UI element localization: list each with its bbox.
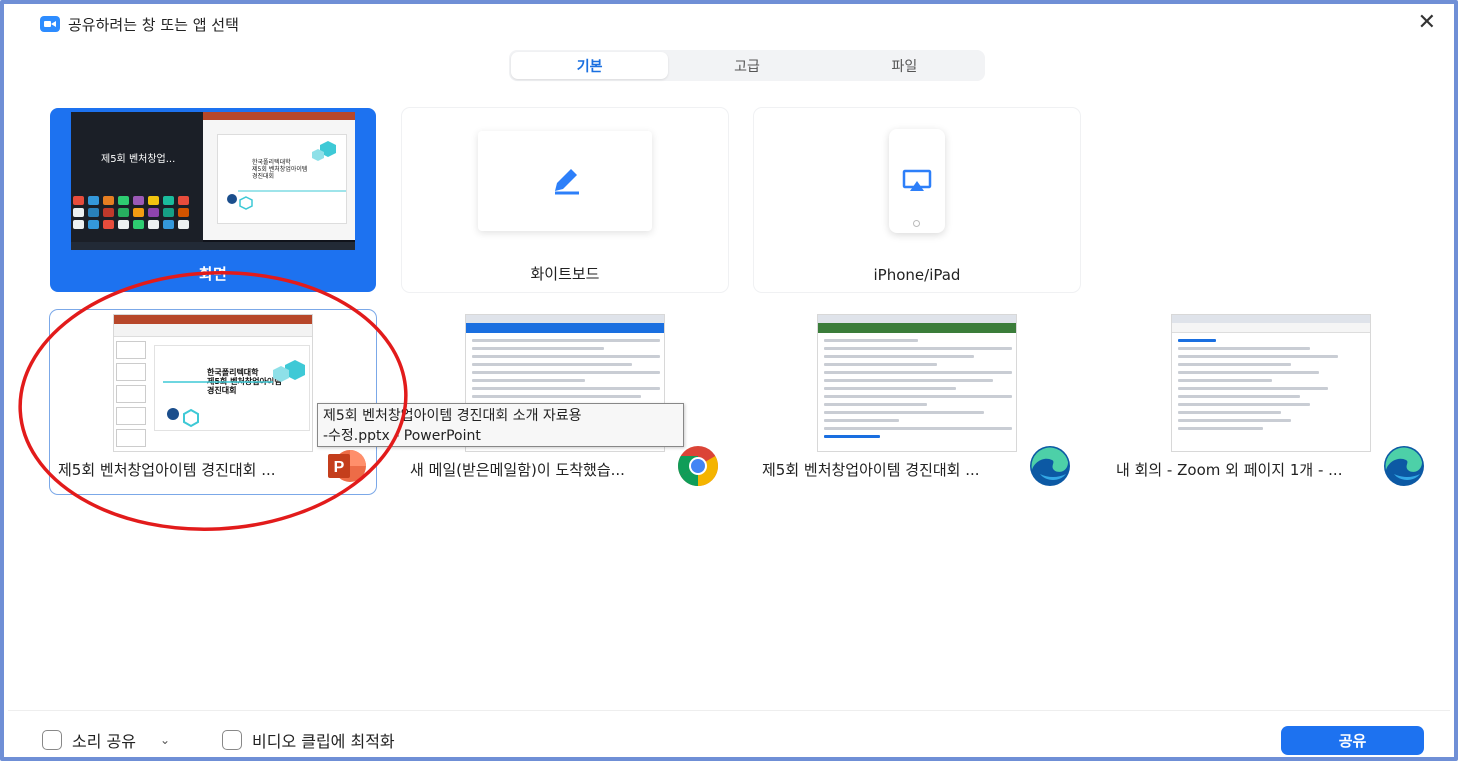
dialog-title: 공유하려는 창 또는 앱 선택	[68, 15, 239, 34]
airplay-icon	[902, 169, 932, 191]
share-button[interactable]: 공유	[1281, 726, 1424, 755]
tab-files[interactable]: 파일	[826, 52, 983, 79]
window-card-chrome[interactable]: 새 메일(받은메일함)이 도착했습...	[402, 310, 728, 494]
close-icon[interactable]: ✕	[1418, 12, 1436, 34]
window-label-powerpoint: 제5회 벤처창업아이템 경진대회 ...	[58, 461, 276, 479]
tab-basic[interactable]: 기본	[511, 52, 669, 79]
window-label-edge-2: 내 회의 - Zoom 외 페이지 1개 - ...	[1116, 461, 1343, 479]
screen-card-label: 화면	[199, 265, 227, 283]
ipad-preview	[754, 108, 1080, 253]
chevron-down-icon[interactable]: ⌄	[160, 733, 170, 747]
optimize-video-checkbox[interactable]	[222, 730, 242, 750]
share-screen-card[interactable]: 제5회 벤처창업... 한국폴리텍대학 제5회 벤처창업아이템 경진대회 화면	[50, 108, 376, 292]
zoom-logo-icon	[40, 16, 60, 32]
tab-advanced[interactable]: 고급	[668, 52, 825, 79]
pencil-icon	[555, 168, 579, 194]
screen-preview-text: 제5회 벤처창업...	[101, 153, 176, 165]
iphone-ipad-card[interactable]: iPhone/iPad	[754, 108, 1080, 292]
edge-window-preview-2	[1171, 314, 1371, 452]
screen-preview: 제5회 벤처창업... 한국폴리텍대학 제5회 벤처창업아이템 경진대회	[50, 108, 376, 253]
whiteboard-card[interactable]: 화이트보드	[402, 108, 728, 292]
ppt-slide-graphic	[163, 360, 305, 428]
tooltip-line-1: 제5회 벤처창업아이템 경진대회 소개 자료용	[323, 408, 582, 424]
whiteboard-preview	[402, 108, 728, 253]
optimize-video-label[interactable]: 비디오 클립에 최적화	[252, 728, 395, 752]
slide-hexagon-graphic	[227, 140, 346, 210]
edge-icon	[1384, 446, 1424, 486]
window-label-chrome: 새 메일(받은메일함)이 도착했습...	[410, 461, 625, 479]
edge-window-preview-1	[817, 314, 1017, 452]
chrome-icon	[678, 446, 718, 486]
window-label-edge-1: 제5회 벤처창업아이템 경진대회 ...	[762, 461, 980, 479]
ipad-label: iPhone/iPad	[873, 266, 961, 284]
share-sound-option: 소리 공유 ⌄	[42, 728, 170, 752]
window-card-powerpoint[interactable]: 한국폴리텍대학 제5회 벤처창업아이템 경진대회 제5회 벤처창업아이템 경진대…	[50, 310, 376, 494]
desktop-icons	[73, 195, 199, 229]
title-bar: 공유하려는 창 또는 앱 선택	[40, 12, 239, 36]
window-tooltip: 제5회 벤처창업아이템 경진대회 소개 자료용 -수정.pptx - Power…	[317, 403, 684, 447]
powerpoint-window-preview: 한국폴리텍대학 제5회 벤처창업아이템 경진대회	[113, 314, 313, 452]
share-dialog: 공유하려는 창 또는 앱 선택 ✕ 기본 고급 파일 제5회 벤처창업... 한…	[0, 0, 1458, 761]
tab-bar: 기본 고급 파일	[509, 50, 985, 81]
window-card-edge-1[interactable]: 제5회 벤처창업아이템 경진대회 ...	[754, 310, 1080, 494]
window-card-edge-2[interactable]: 내 회의 - Zoom 외 페이지 1개 - ...	[1108, 310, 1434, 494]
whiteboard-label: 화이트보드	[530, 265, 600, 283]
optimize-video-option: 비디오 클립에 최적화	[222, 728, 395, 752]
edge-icon	[1030, 446, 1070, 486]
tooltip-line-2: -수정.pptx - PowerPoint	[323, 428, 481, 444]
powerpoint-icon: P	[328, 450, 366, 482]
share-sound-label[interactable]: 소리 공유	[72, 728, 136, 752]
svg-text:P: P	[334, 459, 345, 476]
share-sound-checkbox[interactable]	[42, 730, 62, 750]
footer-divider	[8, 710, 1450, 711]
